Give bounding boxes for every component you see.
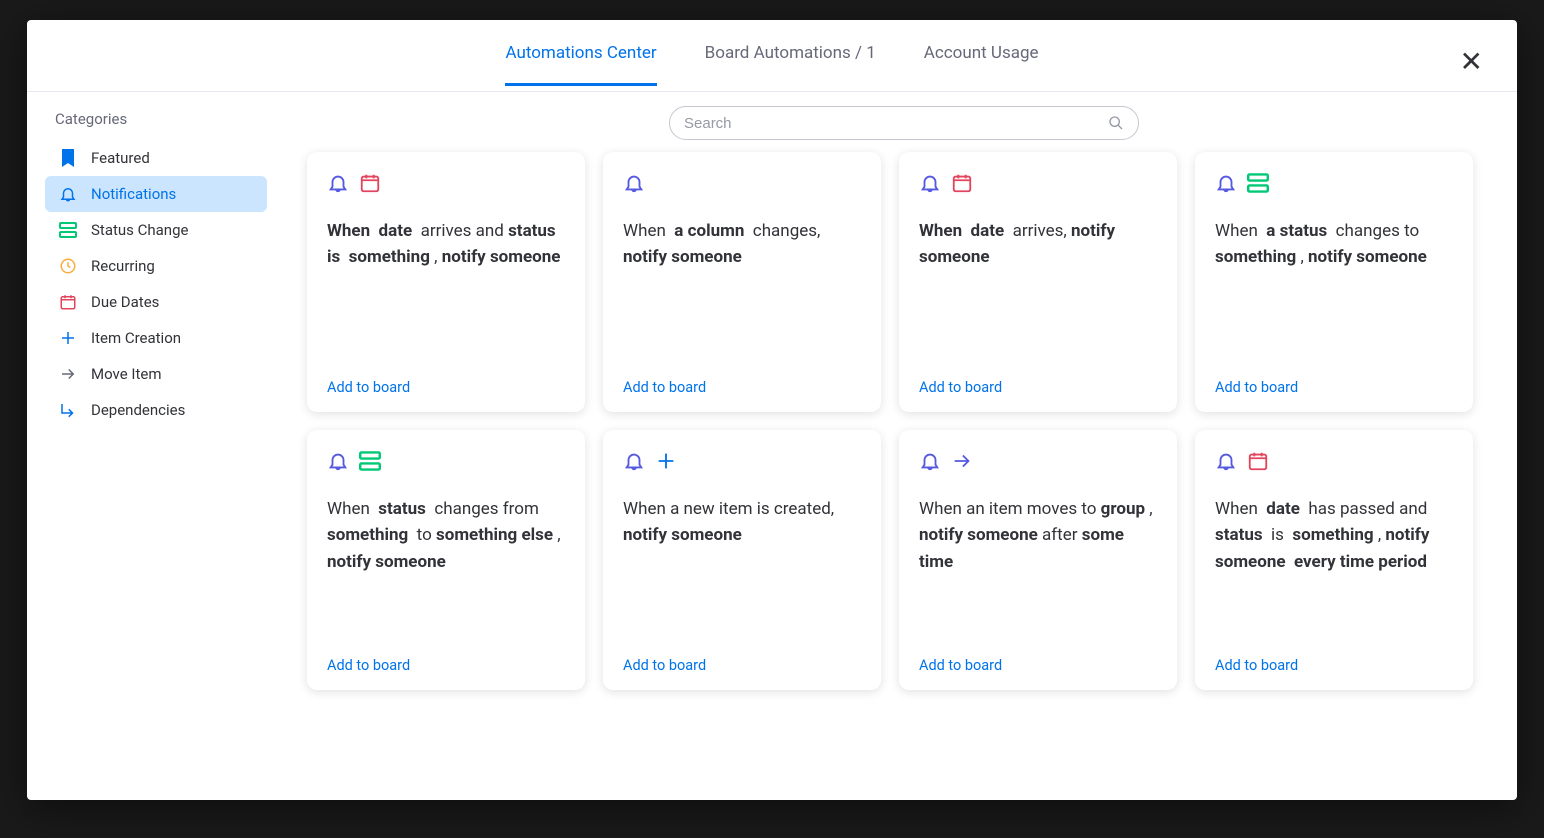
add-to-board-link[interactable]: Add to board: [623, 379, 706, 396]
bell-icon: [1215, 450, 1237, 472]
automation-card[interactable]: When date arrives and status is somethin…: [307, 152, 585, 412]
calendar-icon: [1247, 450, 1269, 472]
bell-icon: [623, 172, 645, 194]
automation-card[interactable]: When date arrives, notify someone Add to …: [899, 152, 1177, 412]
card-description: When an item moves to group , notify som…: [919, 496, 1157, 647]
category-label: Featured: [91, 151, 150, 166]
modal-body: Categories Featured Notifications Status…: [27, 92, 1517, 800]
add-to-board-link[interactable]: Add to board: [1215, 657, 1298, 674]
status-icon: [359, 450, 381, 472]
bell-icon: [327, 450, 349, 472]
bookmark-icon: [59, 149, 77, 167]
add-to-board-link[interactable]: Add to board: [327, 379, 410, 396]
bell-icon: [327, 172, 349, 194]
tabs: Automations Center Board Automations / 1…: [505, 43, 1038, 86]
add-to-board-link[interactable]: Add to board: [919, 379, 1002, 396]
card-description: When date has passed and status is somet…: [1215, 496, 1453, 647]
bell-icon: [1215, 172, 1237, 194]
card-icons: [623, 172, 861, 194]
automation-card[interactable]: When an item moves to group , notify som…: [899, 430, 1177, 690]
card-description: When status changes from something to so…: [327, 496, 565, 647]
calendar-icon: [59, 293, 77, 311]
automation-card[interactable]: When status changes from something to so…: [307, 430, 585, 690]
category-featured[interactable]: Featured: [45, 140, 267, 176]
tab-account-usage[interactable]: Account Usage: [924, 43, 1039, 86]
category-label: Notifications: [91, 187, 176, 202]
category-label: Status Change: [91, 223, 188, 238]
add-to-board-link[interactable]: Add to board: [623, 657, 706, 674]
close-button[interactable]: ✕: [1460, 48, 1483, 76]
category-notifications[interactable]: Notifications: [45, 176, 267, 212]
card-description: When date arrives and status is somethin…: [327, 218, 565, 369]
category-label: Due Dates: [91, 295, 159, 310]
card-description: When a new item is created, notify someo…: [623, 496, 861, 647]
add-to-board-link[interactable]: Add to board: [327, 657, 410, 674]
category-label: Recurring: [91, 259, 155, 274]
cards-scroll[interactable]: When date arrives and status is somethin…: [299, 146, 1509, 800]
automation-card[interactable]: When a new item is created, notify someo…: [603, 430, 881, 690]
tabs-bar: Automations Center Board Automations / 1…: [27, 20, 1517, 92]
tab-board-automations[interactable]: Board Automations / 1: [705, 43, 876, 86]
cards-grid: When date arrives and status is somethin…: [299, 146, 1509, 720]
category-dependencies[interactable]: Dependencies: [45, 392, 267, 428]
card-description: When a status changes to something , not…: [1215, 218, 1453, 369]
bell-icon: [623, 450, 645, 472]
main-content: When date arrives and status is somethin…: [275, 92, 1517, 800]
category-move-item[interactable]: Move Item: [45, 356, 267, 392]
dependency-icon: [59, 401, 77, 419]
card-icons: [623, 450, 861, 472]
arrow-icon: [951, 450, 973, 472]
automation-card[interactable]: When a status changes to something , not…: [1195, 152, 1473, 412]
bell-icon: [919, 450, 941, 472]
category-label: Item Creation: [91, 331, 181, 346]
sidebar-title: Categories: [45, 110, 267, 140]
category-item-creation[interactable]: Item Creation: [45, 320, 267, 356]
search-box[interactable]: [669, 106, 1139, 140]
category-label: Move Item: [91, 367, 161, 382]
automation-card[interactable]: When a column changes, notify someone Add…: [603, 152, 881, 412]
add-to-board-link[interactable]: Add to board: [919, 657, 1002, 674]
tab-automations-center[interactable]: Automations Center: [505, 43, 656, 86]
automations-modal: Automations Center Board Automations / 1…: [27, 20, 1517, 800]
recurring-icon: [59, 257, 77, 275]
add-to-board-link[interactable]: Add to board: [1215, 379, 1298, 396]
card-icons: [1215, 450, 1453, 472]
sidebar: Categories Featured Notifications Status…: [27, 92, 275, 800]
card-icons: [327, 450, 565, 472]
bell-icon: [919, 172, 941, 194]
search-row: [299, 102, 1509, 150]
arrow-icon: [59, 365, 77, 383]
card-description: When date arrives, notify someone: [919, 218, 1157, 369]
card-icons: [919, 172, 1157, 194]
category-label: Dependencies: [91, 403, 185, 418]
category-status-change[interactable]: Status Change: [45, 212, 267, 248]
automation-card[interactable]: When date has passed and status is somet…: [1195, 430, 1473, 690]
category-recurring[interactable]: Recurring: [45, 248, 267, 284]
category-due-dates[interactable]: Due Dates: [45, 284, 267, 320]
card-icons: [327, 172, 565, 194]
calendar-icon: [359, 172, 381, 194]
status-icon: [1247, 172, 1269, 194]
plus-icon: [655, 450, 677, 472]
card-icons: [919, 450, 1157, 472]
search-input[interactable]: [684, 115, 1108, 132]
status-icon: [59, 221, 77, 239]
calendar-icon: [951, 172, 973, 194]
card-description: When a column changes, notify someone: [623, 218, 861, 369]
search-icon: [1108, 115, 1124, 131]
card-icons: [1215, 172, 1453, 194]
bell-icon: [59, 185, 77, 203]
plus-icon: [59, 329, 77, 347]
